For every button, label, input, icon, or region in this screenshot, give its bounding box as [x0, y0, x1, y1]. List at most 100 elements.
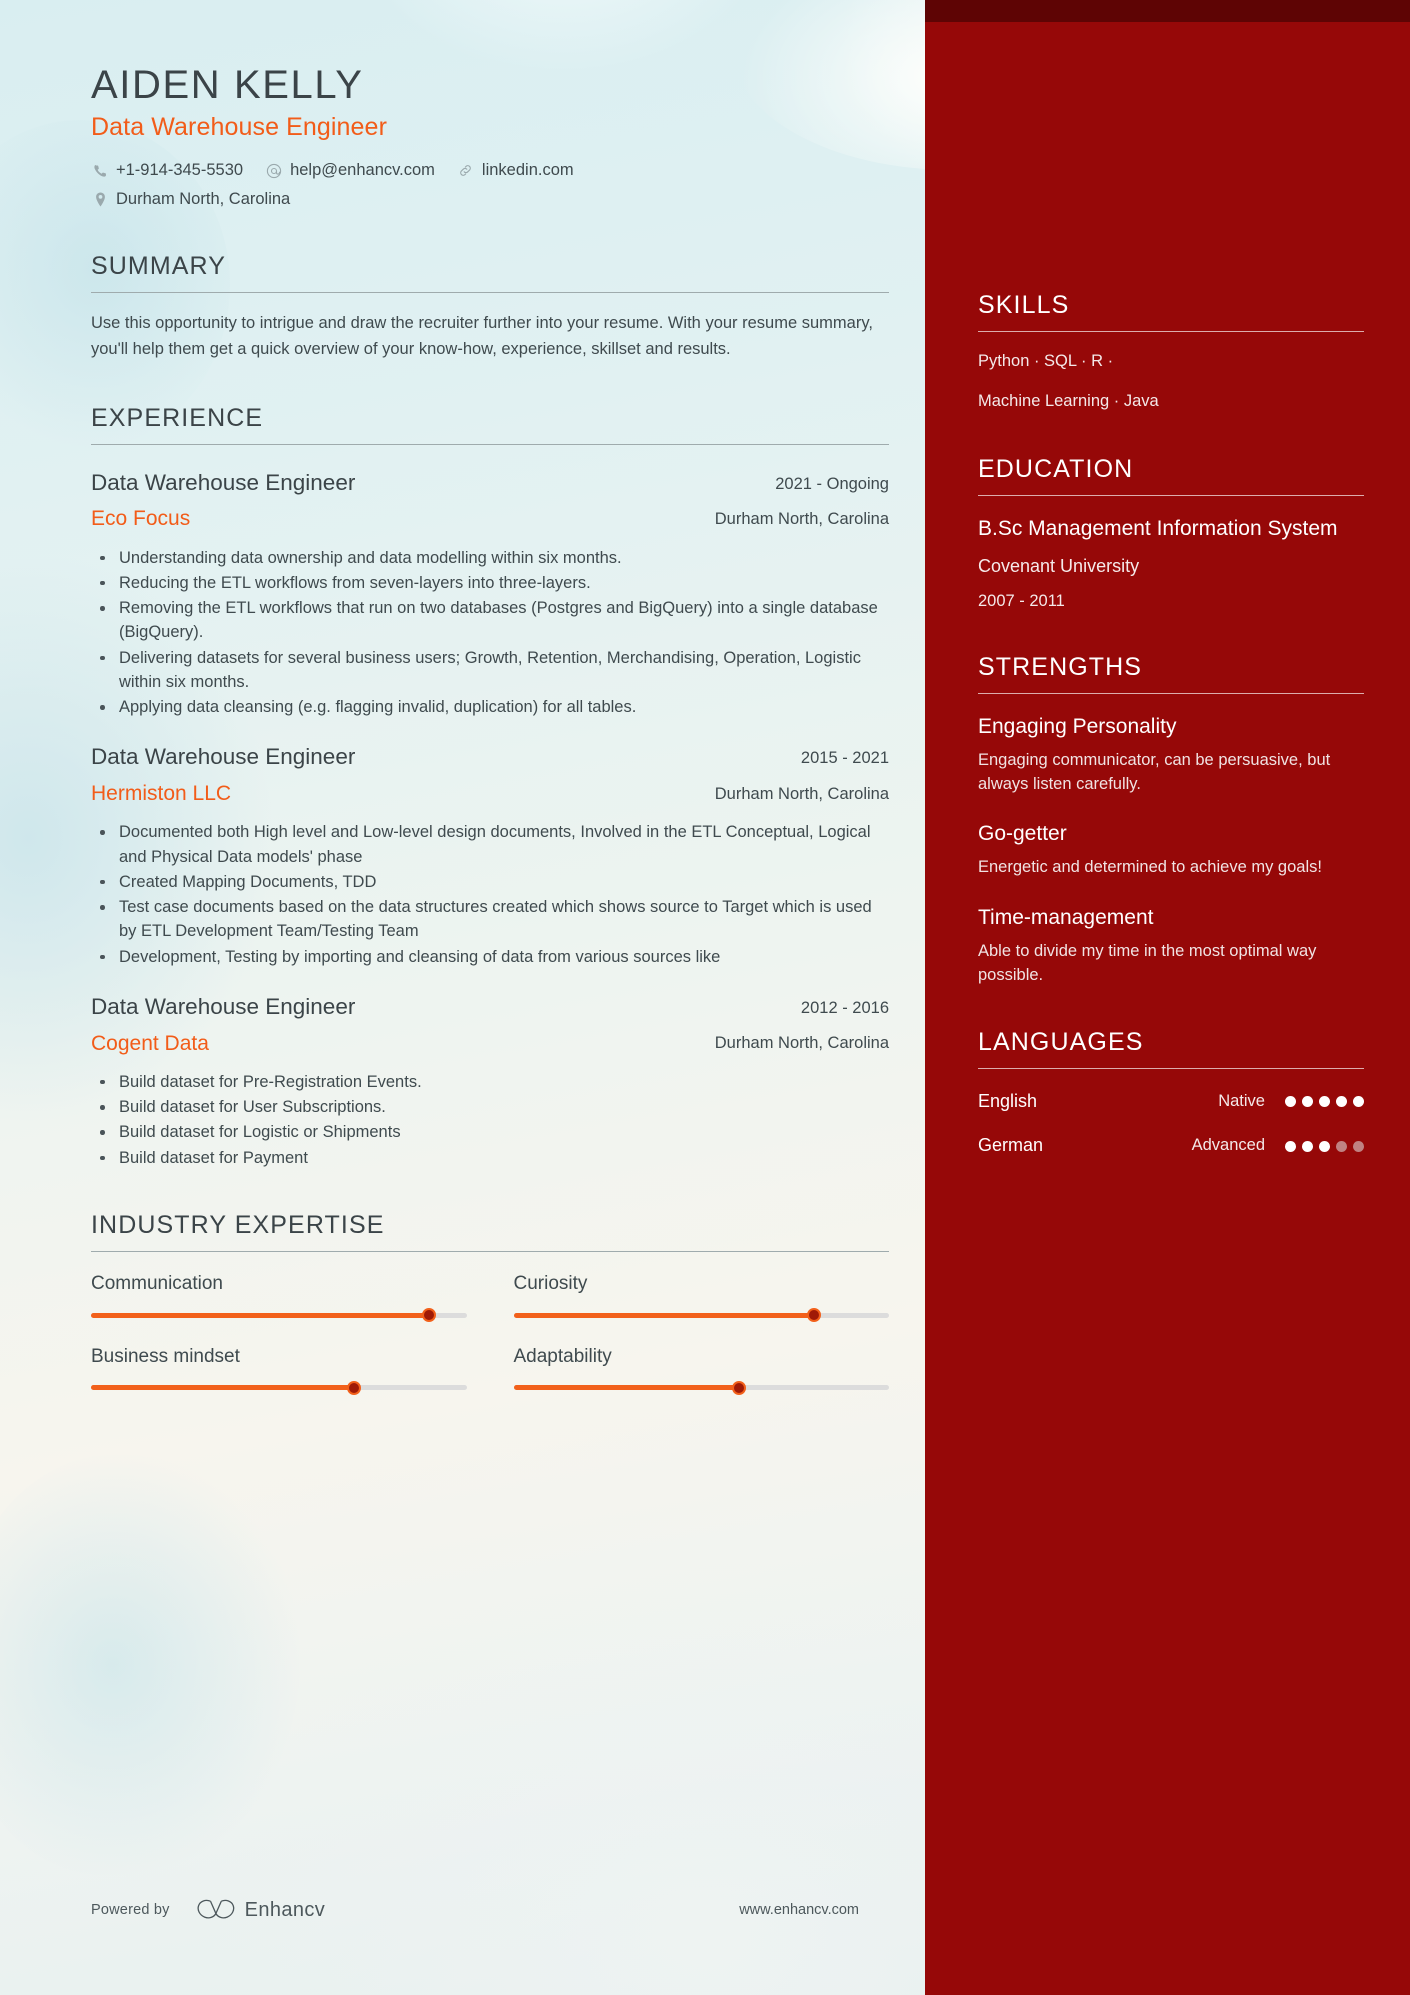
contact-row-primary: +1-914-345-5530 help@enhancv.com linkedi… — [91, 159, 889, 182]
job-bullet: Development, Testing by importing and cl… — [91, 945, 889, 969]
strength-entry: Engaging Personality Engaging communicato… — [978, 713, 1364, 796]
job-bullet-list: Understanding data ownership and data mo… — [91, 546, 889, 720]
education-list: B.Sc Management Information System Covena… — [978, 515, 1364, 612]
expertise-item: Adaptability — [513, 1345, 889, 1395]
expertise-slider-knob[interactable] — [731, 1380, 746, 1395]
summary-divider — [91, 292, 889, 294]
experience-entry-header: Data Warehouse Engineer Cogent Data 2012 -… — [91, 993, 889, 1057]
language-name: English — [978, 1090, 1038, 1111]
languages-divider — [978, 1067, 1364, 1069]
job-dates: 2015 - 2021 — [800, 749, 889, 768]
enhancv-logo: Enhancv — [196, 1897, 326, 1923]
job-bullet: Documented both High level and Low-level… — [91, 820, 889, 869]
contact-location: Durham North, Carolina — [91, 188, 290, 211]
expertise-slider[interactable] — [91, 1380, 467, 1395]
contact-email-text: help@enhancv.com — [290, 161, 435, 180]
rating-dot-filled — [1285, 1096, 1296, 1108]
job-dates: 2021 - Ongoing — [775, 474, 889, 493]
experience-entry-meta: 2021 - Ongoing Durham North, Carolina — [711, 469, 889, 531]
contact-phone[interactable]: +1-914-345-5530 — [91, 159, 243, 182]
industry-expertise-heading: INDUSTRY EXPERTISE — [91, 1210, 385, 1239]
section-languages: LANGUAGES English Native German Advanced — [978, 1027, 1364, 1158]
section-skills: SKILLS Python · SQL · R · Machine Learnin… — [978, 290, 1364, 414]
expertise-slider-fill — [91, 1385, 354, 1391]
experience-entry-header: Data Warehouse Engineer Eco Focus 2021 - O… — [91, 469, 889, 533]
contact-block: +1-914-345-5530 help@enhancv.com linkedi… — [91, 159, 889, 211]
contact-email[interactable]: help@enhancv.com — [265, 159, 435, 182]
expertise-slider-knob[interactable] — [421, 1308, 436, 1323]
language-level: Advanced — [1191, 1136, 1265, 1155]
footer: Powered by Enhancv www.enhancv.com — [91, 1897, 881, 1923]
expertise-label: Adaptability — [513, 1345, 612, 1367]
section-education: EDUCATION B.Sc Management Information Sy… — [978, 454, 1364, 612]
expertise-slider[interactable] — [91, 1308, 467, 1323]
job-bullet-list: Documented both High level and Low-level… — [91, 820, 889, 969]
skills-list: Python · SQL · R · Machine Learning · Jav… — [978, 350, 1364, 414]
education-years: 2007 - 2011 — [978, 591, 1065, 610]
experience-entry: Data Warehouse Engineer Eco Focus 2021 - O… — [91, 469, 889, 720]
rating-dot-filled — [1353, 1096, 1364, 1108]
education-entry: B.Sc Management Information System Covena… — [978, 515, 1364, 612]
strength-title: Go-getter — [978, 822, 1067, 846]
expertise-item: Communication — [91, 1272, 467, 1323]
expertise-slider[interactable] — [513, 1308, 889, 1323]
section-strengths: STRENGTHS Engaging Personality Engaging c… — [978, 652, 1364, 987]
experience-entry-meta: 2015 - 2021 Durham North, Carolina — [711, 743, 889, 805]
rating-dot-empty — [1353, 1140, 1364, 1152]
strength-title: Engaging Personality — [978, 714, 1177, 738]
job-location: Durham North, Carolina — [714, 509, 889, 528]
rating-dot-filled — [1336, 1096, 1347, 1108]
phone-icon — [91, 162, 109, 180]
expertise-slider-knob[interactable] — [806, 1308, 821, 1323]
rating-dot-filled — [1319, 1096, 1330, 1108]
job-company: Cogent Data — [91, 1031, 209, 1055]
experience-entry-meta: 2012 - 2016 Durham North, Carolina — [711, 993, 889, 1055]
language-row: English Native — [978, 1090, 1364, 1113]
job-bullet: Test case documents based on the data st… — [91, 895, 889, 944]
section-experience: EXPERIENCE Data Warehouse Engineer Eco Fo… — [91, 403, 889, 1170]
skills-line: Python · SQL · R · — [978, 352, 1114, 370]
strength-title: Time-management — [978, 905, 1154, 929]
contact-row-location: Durham North, Carolina — [91, 188, 889, 211]
job-bullet: Build dataset for Logistic or Shipments — [91, 1120, 889, 1144]
job-location: Durham North, Carolina — [714, 784, 889, 803]
expertise-item: Curiosity — [513, 1272, 889, 1323]
contact-link[interactable]: linkedin.com — [457, 159, 574, 182]
contact-phone-text: +1-914-345-5530 — [116, 161, 244, 180]
rating-dot-filled — [1319, 1140, 1330, 1152]
expertise-label: Curiosity — [513, 1272, 588, 1294]
strengths-heading: STRENGTHS — [978, 652, 1143, 681]
language-rating-dots — [1285, 1096, 1364, 1108]
rating-dot-filled — [1285, 1140, 1296, 1152]
job-bullet: Build dataset for Payment — [91, 1146, 889, 1170]
enhancv-wordmark: Enhancv — [244, 1898, 326, 1921]
expertise-grid: Communication Curiosity Business mindset Ad… — [91, 1272, 889, 1395]
sidebar-content: SKILLS Python · SQL · R · Machine Learnin… — [978, 0, 1364, 1198]
strength-description: Able to divide my time in the most optim… — [978, 942, 1317, 984]
expertise-slider-knob[interactable] — [346, 1380, 361, 1395]
job-dates: 2012 - 2016 — [800, 998, 889, 1017]
experience-list: Data Warehouse Engineer Eco Focus 2021 - O… — [91, 469, 889, 1170]
job-bullet: Build dataset for Pre-Registration Event… — [91, 1070, 889, 1094]
expertise-item: Business mindset — [91, 1345, 467, 1395]
contact-location-text: Durham North, Carolina — [116, 190, 291, 209]
job-bullet: Build dataset for User Subscriptions. — [91, 1095, 889, 1119]
rating-dot-filled — [1302, 1140, 1313, 1152]
skills-divider — [978, 331, 1364, 332]
rating-dot-empty — [1336, 1140, 1347, 1152]
education-degree: B.Sc Management Information System — [978, 516, 1338, 540]
job-bullet: Understanding data ownership and data mo… — [91, 546, 889, 570]
languages-list: English Native German Advanced — [978, 1090, 1364, 1158]
strength-entry: Go-getter Energetic and determined to ach… — [978, 820, 1364, 880]
expertise-label: Business mindset — [91, 1345, 240, 1367]
job-role: Data Warehouse Engineer — [91, 993, 356, 1019]
job-bullet: Applying data cleansing (e.g. flagging i… — [91, 695, 889, 719]
header-job-title: Data Warehouse Engineer — [91, 113, 387, 142]
experience-entry: Data Warehouse Engineer Hermiston LLC 2015… — [91, 743, 889, 969]
resume-header: AIDEN KELLY Data Warehouse Engineer +1-9… — [91, 62, 889, 211]
section-industry-expertise: INDUSTRY EXPERTISE Communication Curiosit… — [91, 1210, 889, 1395]
expertise-slider[interactable] — [513, 1380, 889, 1395]
experience-heading: EXPERIENCE — [91, 403, 264, 432]
languages-heading: LANGUAGES — [978, 1027, 1144, 1056]
job-company: Hermiston LLC — [91, 782, 232, 806]
